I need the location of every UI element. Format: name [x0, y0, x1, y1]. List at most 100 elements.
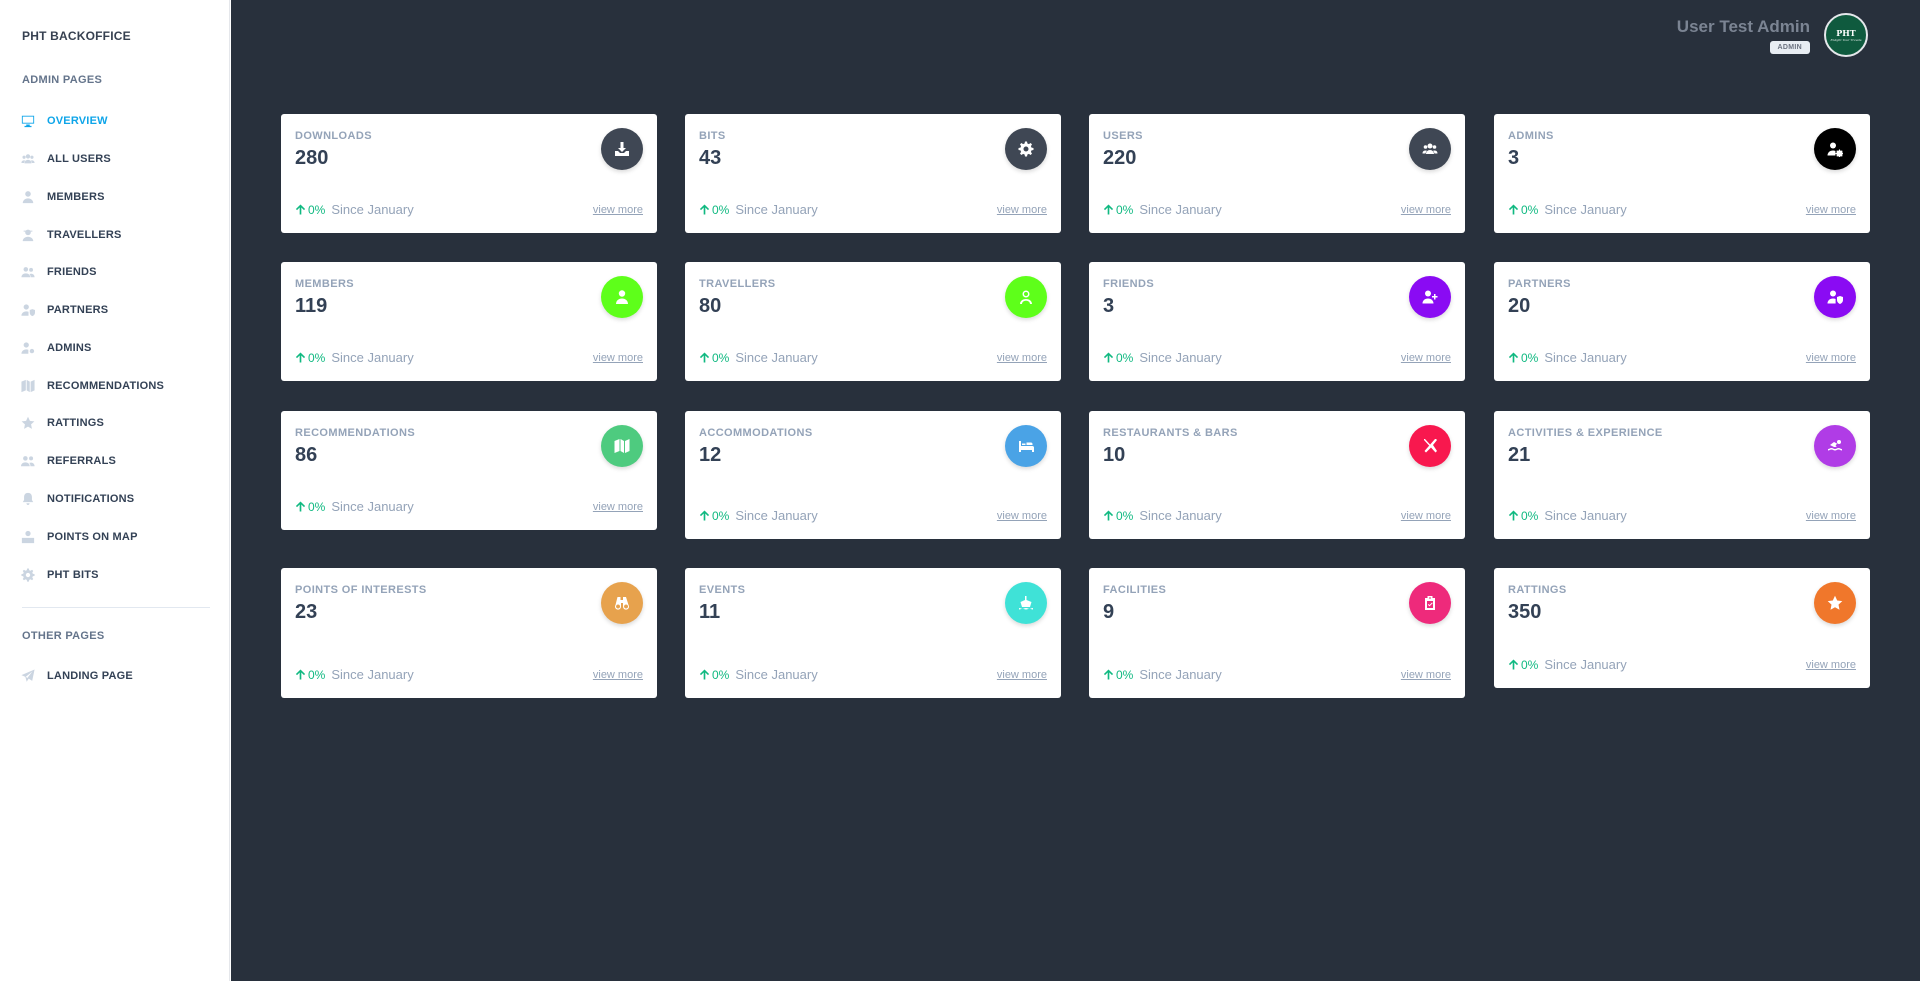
stat-card-footer: 0% Since January view more: [1103, 350, 1451, 365]
trend-info: 0% Since January: [1508, 202, 1627, 217]
arrow-up-icon: [295, 204, 306, 215]
stat-card-footer: 0% Since January view more: [699, 667, 1047, 682]
sidebar-item-rattings[interactable]: RATTINGS: [21, 411, 211, 435]
sidebar-item-notifications[interactable]: NOTIFICATIONS: [21, 487, 211, 511]
trend-percent: 0%: [1521, 657, 1539, 672]
stat-card-value: 119: [295, 295, 328, 317]
view-more-link[interactable]: view more: [1401, 352, 1451, 364]
sidebar-item-all-users[interactable]: ALL USERS: [21, 147, 211, 171]
trend-percent: 0%: [712, 202, 730, 217]
map-icon: [601, 425, 643, 467]
stat-card-label: POINTS OF INTERESTS: [295, 584, 427, 596]
trend-since: Since January: [1139, 667, 1222, 682]
trend-percent: 0%: [712, 350, 730, 365]
trend-info: 0% Since January: [295, 350, 414, 365]
map-pin-icon: [21, 530, 47, 544]
stat-card-value: 80: [699, 295, 722, 317]
stat-card-label: TRAVELLERS: [699, 278, 776, 290]
stat-card-value: 23: [295, 601, 318, 623]
trend-up: 0%: [295, 203, 325, 217]
view-more-link[interactable]: view more: [997, 204, 1047, 216]
sidebar-item-recommendations[interactable]: RECOMMENDATIONS: [21, 374, 211, 398]
stat-card-value: 11: [699, 601, 721, 623]
trend-up: 0%: [1103, 203, 1133, 217]
user-icon: [21, 190, 47, 204]
trend-info: 0% Since January: [699, 667, 818, 682]
arrow-up-icon: [699, 510, 710, 521]
sidebar-item-partners[interactable]: PARTNERS: [21, 298, 211, 322]
view-more-link[interactable]: view more: [997, 352, 1047, 364]
trend-info: 0% Since January: [1103, 508, 1222, 523]
sidebar-divider: [22, 607, 210, 608]
avatar[interactable]: PHT Enlight Your Travels: [1824, 13, 1868, 57]
trend-info: 0% Since January: [699, 508, 818, 523]
trend-up: 0%: [699, 351, 729, 365]
trend-up: 0%: [1103, 509, 1133, 523]
view-more-link[interactable]: view more: [997, 669, 1047, 681]
stat-card-value: 9: [1103, 601, 1115, 623]
main-content: User Test Admin ADMIN PHT Enlight Your T…: [231, 0, 1920, 981]
stat-card-value: 12: [699, 444, 722, 466]
view-more-link[interactable]: view more: [1806, 510, 1856, 522]
view-more-link[interactable]: view more: [593, 204, 643, 216]
trend-up: 0%: [1508, 203, 1538, 217]
trend-percent: 0%: [1521, 508, 1539, 523]
view-more-link[interactable]: view more: [593, 501, 643, 513]
trend-info: 0% Since January: [699, 202, 818, 217]
other-pages-heading: OTHER PAGES: [22, 630, 105, 642]
user-menu[interactable]: User Test Admin ADMIN PHT Enlight Your T…: [1677, 13, 1868, 57]
trend-percent: 0%: [308, 202, 326, 217]
arrow-up-icon: [1103, 669, 1114, 680]
arrow-up-icon: [699, 352, 710, 363]
sidebar-item-travellers[interactable]: TRAVELLERS: [21, 223, 211, 247]
trend-since: Since January: [735, 667, 818, 682]
view-more-link[interactable]: view more: [1401, 669, 1451, 681]
arrow-up-icon: [295, 352, 306, 363]
stat-card-footer: 0% Since January view more: [699, 350, 1047, 365]
user-cog-icon: [1814, 128, 1856, 170]
sidebar-item-pht-bits[interactable]: PHT BITS: [21, 563, 211, 587]
stat-card-value: 3: [1103, 295, 1115, 317]
trend-info: 0% Since January: [1508, 657, 1627, 672]
sidebar-item-label: PARTNERS: [47, 304, 109, 316]
brand-title[interactable]: PHT BACKOFFICE: [22, 29, 131, 43]
view-more-link[interactable]: view more: [1806, 352, 1856, 364]
stat-card-restaurants-bars: RESTAURANTS & BARS 10 0% Since January view …: [1089, 411, 1465, 539]
sidebar-item-admins[interactable]: ADMINS: [21, 336, 211, 360]
bell-icon: [21, 492, 47, 506]
sidebar-item-label: RECOMMENDATIONS: [47, 380, 165, 392]
sidebar-item-members[interactable]: MEMBERS: [21, 185, 211, 209]
view-more-link[interactable]: view more: [1806, 659, 1856, 671]
users-icon: [21, 152, 47, 166]
users-icon: [1409, 128, 1451, 170]
stat-card-value: 280: [295, 147, 329, 169]
sidebar-item-landing-page[interactable]: LANDING PAGE: [21, 664, 211, 688]
stat-card-label: RESTAURANTS & BARS: [1103, 427, 1238, 439]
view-more-link[interactable]: view more: [593, 669, 643, 681]
star-icon: [21, 416, 47, 430]
view-more-link[interactable]: view more: [593, 352, 643, 364]
user-shield-icon: [1814, 276, 1856, 318]
trend-up: 0%: [699, 509, 729, 523]
stat-card-footer: 0% Since January view more: [1103, 508, 1451, 523]
admin-pages-heading: ADMIN PAGES: [22, 74, 103, 86]
stat-card-partners: PARTNERS 20 0% Since January view more: [1494, 262, 1870, 381]
view-more-link[interactable]: view more: [1401, 510, 1451, 522]
sidebar-item-points-on-map[interactable]: POINTS ON MAP: [21, 525, 211, 549]
stat-card-value: 20: [1508, 295, 1531, 317]
trend-since: Since January: [331, 350, 414, 365]
role-badge: ADMIN: [1769, 41, 1810, 54]
stat-card-travellers: TRAVELLERS 80 0% Since January view more: [685, 262, 1061, 381]
stat-card-downloads: DOWNLOADS 280 0% Since January view more: [281, 114, 657, 233]
sidebar-item-referrals[interactable]: REFERRALS: [21, 449, 211, 473]
view-more-link[interactable]: view more: [997, 510, 1047, 522]
stat-card-footer: 0% Since January view more: [295, 667, 643, 682]
sidebar-item-overview[interactable]: OVERVIEW: [21, 109, 211, 133]
view-more-link[interactable]: view more: [1806, 204, 1856, 216]
view-more-link[interactable]: view more: [1401, 204, 1451, 216]
sidebar-item-label: POINTS ON MAP: [47, 531, 138, 543]
trend-percent: 0%: [308, 667, 326, 682]
sidebar-item-friends[interactable]: FRIENDS: [21, 260, 211, 284]
stat-card-footer: 0% Since January view more: [1103, 667, 1451, 682]
trend-since: Since January: [1139, 202, 1222, 217]
